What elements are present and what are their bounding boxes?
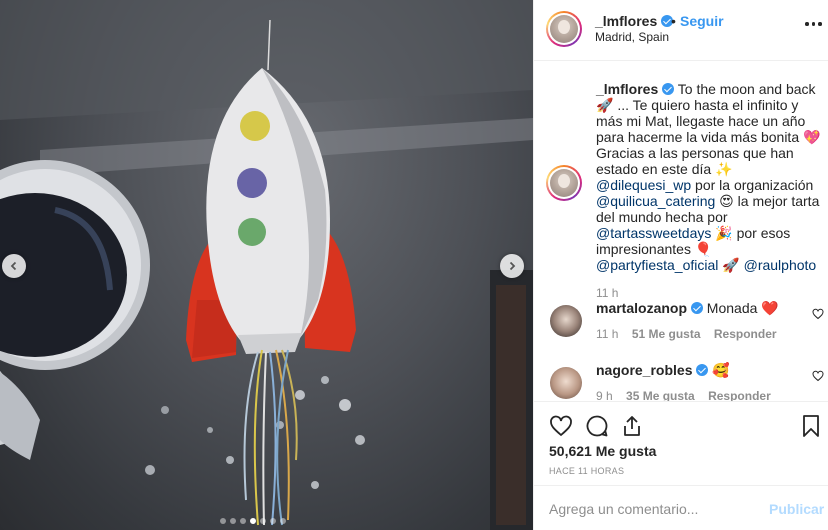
comment-item: nagore_robles 🥰 9 h 35 Me gusta Responde…	[596, 361, 806, 401]
more-icon	[805, 22, 809, 26]
caption-username[interactable]: _lmflores	[596, 81, 658, 97]
verified-icon	[696, 364, 709, 376]
carousel-dot	[230, 518, 236, 524]
action-bar: 50,621 Me gusta HACE 11 HORAS	[534, 401, 828, 485]
comment-username[interactable]: martalozanop	[596, 300, 687, 316]
comment-icon[interactable]	[585, 414, 609, 438]
mention-link[interactable]: @raulphoto	[744, 257, 817, 273]
comment-input[interactable]	[549, 499, 759, 519]
publish-button[interactable]: Publicar	[769, 501, 824, 517]
more-options-button[interactable]	[805, 22, 822, 26]
comment-text: Monada ❤️	[706, 300, 779, 316]
comment-item: martalozanop Monada ❤️ 11 h 51 Me gusta …	[596, 299, 806, 343]
share-icon[interactable]	[620, 414, 644, 438]
post-sidebar: _lmflores • Seguir Madrid, Spain _lmflor…	[533, 0, 828, 530]
heart-icon[interactable]	[549, 414, 573, 438]
carousel-dot	[260, 518, 266, 524]
rocket-pinata-photo	[0, 0, 533, 530]
carousel-dot	[270, 518, 276, 524]
caption-text-2: por la organización	[695, 177, 814, 193]
caption: _lmflores To the moon and back 🚀 ... Te …	[596, 81, 826, 301]
carousel-dot	[220, 518, 226, 524]
mention-link[interactable]: @dilequesi_wp	[596, 177, 691, 193]
carousel-dot	[250, 518, 256, 524]
post-location[interactable]: Madrid, Spain	[595, 30, 669, 44]
comment-meta: 9 h 35 Me gusta Responder	[596, 387, 806, 401]
follow-button[interactable]: Seguir	[680, 13, 724, 29]
comment-text: 🥰	[712, 362, 730, 378]
verified-icon	[690, 302, 703, 314]
caption-text-5: 🚀	[722, 257, 740, 273]
post-timestamp[interactable]: HACE 11 HORAS	[549, 466, 624, 476]
verified-icon	[662, 83, 675, 95]
comment-likes[interactable]: 35 Me gusta	[626, 389, 695, 401]
carousel-dot	[280, 518, 286, 524]
comment-composer: Publicar	[534, 485, 828, 530]
comment-username[interactable]: nagore_robles	[596, 362, 692, 378]
comment-time[interactable]: 9 h	[596, 389, 613, 401]
bookmark-icon[interactable]	[801, 414, 821, 438]
chevron-right-icon	[509, 261, 516, 271]
mention-link[interactable]: @tartassweetdays	[596, 225, 711, 241]
reply-button[interactable]: Responder	[708, 389, 771, 401]
caption-avatar[interactable]	[546, 165, 582, 201]
post-photo[interactable]	[0, 0, 533, 530]
commenter-avatar[interactable]	[550, 367, 582, 399]
post-header: _lmflores • Seguir Madrid, Spain	[534, 0, 828, 61]
comment-heart-icon[interactable]	[812, 370, 824, 382]
previous-image-button[interactable]	[2, 254, 26, 278]
comment-likes[interactable]: 51 Me gusta	[632, 327, 701, 341]
next-image-button[interactable]	[500, 254, 524, 278]
commenter-avatar[interactable]	[550, 305, 582, 337]
carousel-indicator	[220, 518, 286, 524]
reply-button[interactable]: Responder	[714, 327, 777, 341]
mention-link[interactable]: @partyfiesta_oficial	[596, 257, 718, 273]
author-avatar[interactable]	[546, 11, 582, 47]
carousel-dot	[240, 518, 246, 524]
mention-link[interactable]: @quilicua_catering	[596, 193, 715, 209]
author-username[interactable]: _lmflores	[595, 13, 674, 29]
comments-list[interactable]: _lmflores To the moon and back 🚀 ... Te …	[534, 61, 828, 401]
header-separator: •	[671, 13, 676, 29]
likes-count[interactable]: 50,621 Me gusta	[549, 443, 656, 459]
comment-time[interactable]: 11 h	[596, 327, 618, 341]
chevron-left-icon	[10, 261, 17, 271]
comment-meta: 11 h 51 Me gusta Responder	[596, 325, 806, 343]
comment-heart-icon[interactable]	[812, 308, 824, 320]
